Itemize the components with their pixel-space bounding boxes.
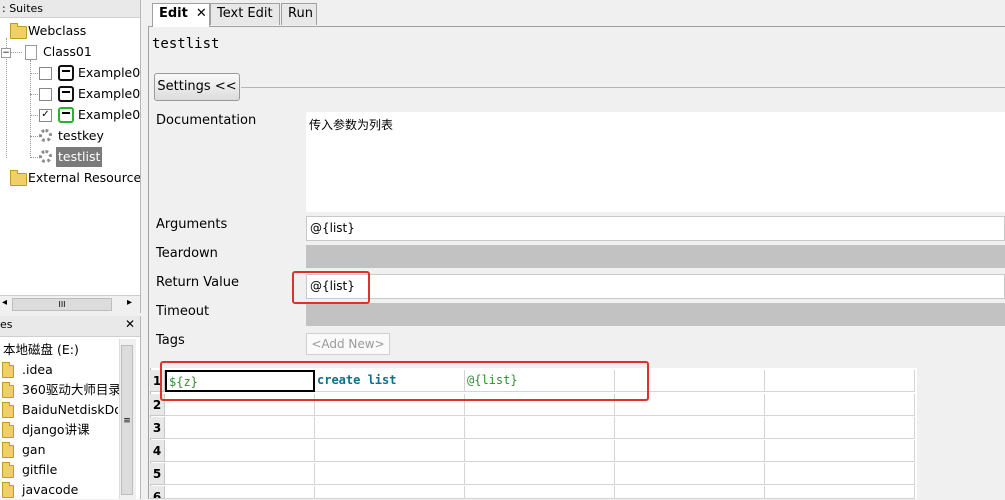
- example02-checkbox[interactable]: [39, 88, 52, 101]
- grid-cell[interactable]: [765, 440, 915, 462]
- grid-cell[interactable]: [165, 440, 315, 462]
- folder-icon: [2, 482, 14, 498]
- row-header[interactable]: 5: [150, 463, 165, 485]
- tree-item-external-resources[interactable]: External Resources: [0, 168, 140, 188]
- grid-cell[interactable]: [465, 417, 615, 439]
- tree-item-example03[interactable]: ✓ Example03: [0, 105, 140, 125]
- grid-cell[interactable]: [615, 417, 765, 439]
- test-case-icon: [58, 86, 74, 102]
- folder-icon: [10, 170, 27, 186]
- keyword-name: testlist: [152, 36, 220, 52]
- tab-text-edit[interactable]: Text Edit: [210, 3, 280, 25]
- fs-item-360[interactable]: 360驱动大师目录: [0, 380, 121, 400]
- grid-cell[interactable]: [165, 463, 315, 485]
- tags-label: Tags: [156, 333, 185, 348]
- scroll-thumb[interactable]: III: [12, 298, 112, 311]
- folder-icon: [10, 23, 27, 39]
- test-case-icon: [58, 65, 74, 81]
- settings-divider: [241, 87, 1005, 88]
- highlight-annotation-return-value: [292, 271, 370, 304]
- tab-edit[interactable]: Edit ✕: [152, 3, 210, 27]
- settings-toggle-button[interactable]: Settings <<: [154, 73, 240, 101]
- grid-cell[interactable]: [315, 440, 465, 462]
- grid-cell[interactable]: [615, 440, 765, 462]
- close-icon[interactable]: ✕: [125, 317, 135, 331]
- editor-tab-bar: Edit ✕ Text Edit Run: [148, 0, 1005, 27]
- tree-item-class01[interactable]: − Class01: [0, 42, 140, 62]
- tree-horizontal-scrollbar[interactable]: ◂ III ▸: [0, 295, 140, 313]
- grid-cell[interactable]: [765, 486, 915, 499]
- fs-item-gan[interactable]: gan: [0, 440, 118, 460]
- teardown-label: Teardown: [156, 246, 218, 261]
- fs-item-baidunetdisk[interactable]: BaiduNetdiskDo: [0, 400, 118, 420]
- file-icon: [25, 45, 37, 60]
- scroll-thumb[interactable]: ≡: [121, 345, 133, 495]
- grid-cell[interactable]: [765, 370, 915, 392]
- grid-cell[interactable]: [615, 463, 765, 485]
- example03-checkbox[interactable]: ✓: [39, 109, 52, 122]
- fs-item-drive-e[interactable]: 本地磁盘 (E:): [3, 340, 119, 360]
- timeout-field[interactable]: [306, 303, 1005, 326]
- return-value-field[interactable]: @{list}: [306, 274, 1005, 299]
- collapse-toggle-icon[interactable]: −: [1, 48, 11, 58]
- folder-icon: [2, 442, 14, 458]
- folder-icon: [2, 362, 14, 378]
- scroll-right-icon[interactable]: ▸: [127, 297, 132, 308]
- fs-item-javacode[interactable]: javacode: [0, 480, 118, 500]
- grid-cell[interactable]: [465, 463, 615, 485]
- folder-icon: [2, 422, 14, 438]
- folder-icon: [2, 402, 14, 418]
- grid-cell[interactable]: [615, 486, 765, 499]
- user-keyword-gear-icon: [39, 129, 52, 142]
- tree-item-webclass[interactable]: Webclass: [0, 21, 140, 41]
- documentation-field[interactable]: 传入参数为列表: [306, 112, 1005, 212]
- arguments-label: Arguments: [156, 217, 228, 232]
- tab-run[interactable]: Run: [281, 3, 317, 25]
- documentation-label: Documentation: [156, 113, 257, 128]
- grid-cell[interactable]: [315, 486, 465, 499]
- row-header[interactable]: 4: [150, 440, 165, 462]
- example01-checkbox[interactable]: [39, 67, 52, 80]
- tree-item-testlist[interactable]: testlist: [0, 147, 140, 167]
- arguments-field[interactable]: @{list}: [306, 216, 1005, 241]
- fs-item-idea[interactable]: .idea: [0, 360, 118, 380]
- tree-item-testkey[interactable]: testkey: [0, 126, 140, 146]
- folder-icon: [2, 462, 14, 478]
- fs-item-gitfile[interactable]: gitfile: [0, 460, 118, 480]
- grid-cell[interactable]: [165, 417, 315, 439]
- row-header[interactable]: 3: [150, 417, 165, 439]
- grid-cell[interactable]: [765, 417, 915, 439]
- fs-item-django[interactable]: django讲课: [0, 420, 118, 440]
- teardown-field[interactable]: [306, 245, 1005, 268]
- grid-cell[interactable]: [765, 394, 915, 416]
- file-explorer-vertical-scrollbar[interactable]: ≡: [119, 339, 136, 499]
- close-icon[interactable]: ✕: [196, 6, 207, 21]
- suite-tree-panel: : Suites Webclass − Class01 Example01 Ex…: [0, 0, 141, 313]
- tree-item-example01[interactable]: Example01: [0, 63, 140, 83]
- scroll-left-icon[interactable]: ◂: [2, 297, 7, 308]
- add-new-tag-button[interactable]: <Add New>: [306, 333, 390, 355]
- test-case-passed-icon: [58, 107, 74, 123]
- grid-cell[interactable]: [165, 486, 315, 499]
- timeout-label: Timeout: [156, 304, 210, 319]
- user-keyword-gear-icon: [39, 150, 52, 163]
- grid-cell[interactable]: [315, 463, 465, 485]
- suite-tree-header: : Suites: [0, 0, 140, 18]
- file-explorer-header: es ✕: [0, 316, 140, 337]
- grid-cell[interactable]: [465, 440, 615, 462]
- row-header[interactable]: 6: [150, 486, 165, 499]
- folder-icon: [2, 382, 14, 398]
- grid-cell[interactable]: [465, 486, 615, 499]
- highlight-annotation-step-row: [160, 361, 649, 401]
- return-value-label: Return Value: [156, 275, 239, 290]
- tree-item-example02[interactable]: Example02: [0, 84, 140, 104]
- grid-cell[interactable]: [315, 417, 465, 439]
- grid-cell[interactable]: [765, 463, 915, 485]
